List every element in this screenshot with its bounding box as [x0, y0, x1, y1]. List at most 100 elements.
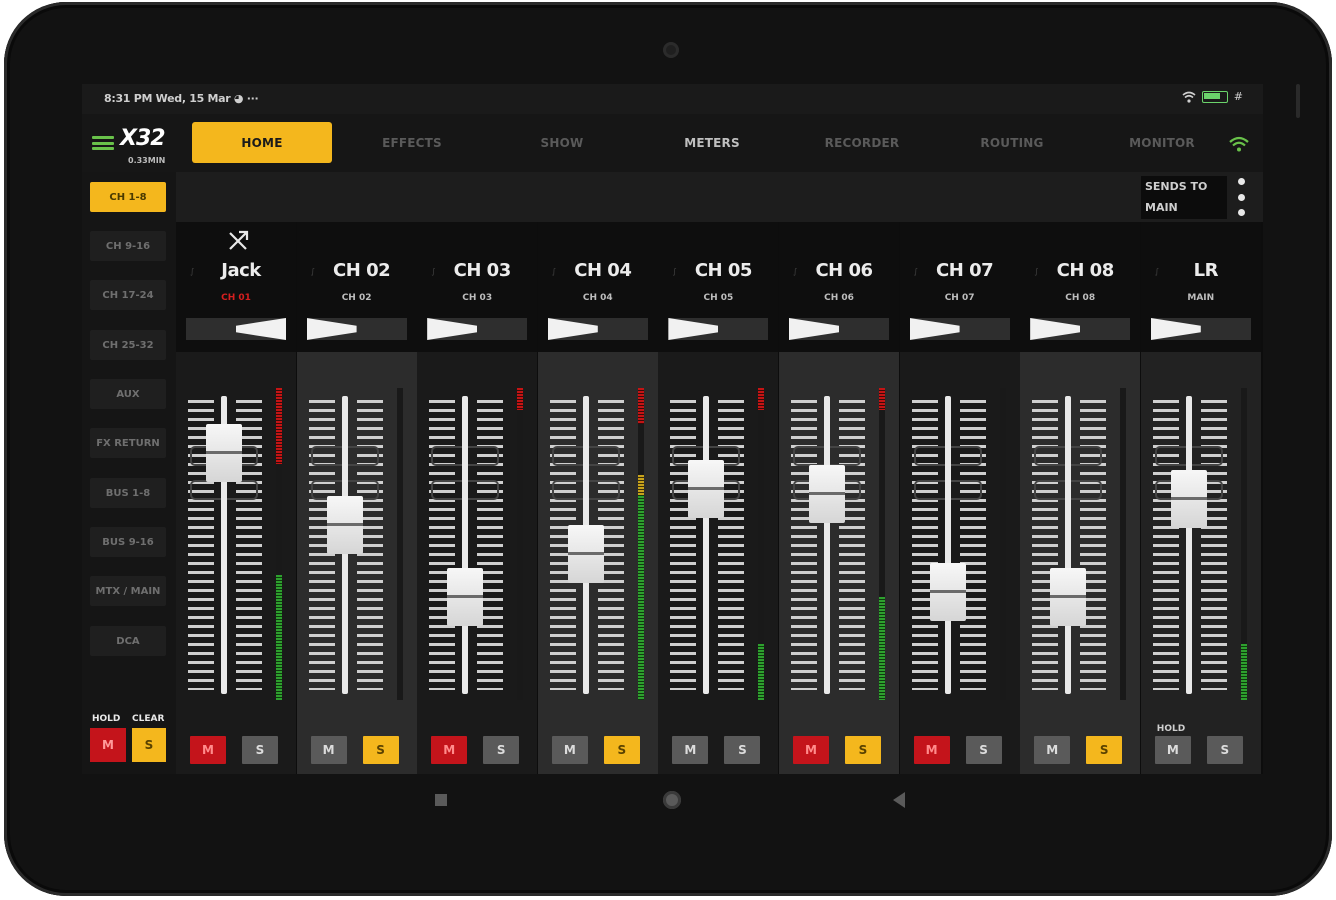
mute-button[interactable]: M [672, 736, 709, 764]
solo-button[interactable]: S [724, 736, 761, 764]
pan-control[interactable] [1030, 318, 1131, 340]
fader-knob[interactable] [1050, 568, 1087, 626]
recent-apps-icon[interactable] [435, 794, 447, 806]
bank-ch-17-24[interactable]: CH 17-24 [90, 280, 166, 310]
tab-routing[interactable]: ROUTING [942, 122, 1082, 163]
fader-knob[interactable] [1170, 469, 1207, 528]
solo-button[interactable]: S [845, 736, 881, 764]
fader-knob[interactable] [809, 464, 845, 523]
mute-button[interactable]: M [310, 736, 347, 764]
pan-control[interactable] [547, 318, 648, 340]
pan-control[interactable] [789, 318, 889, 340]
fader-track[interactable] [703, 396, 710, 694]
home-nav-icon[interactable] [663, 791, 681, 809]
bank-fx-return[interactable]: FX RETURN [90, 428, 166, 458]
clear-solo-button[interactable]: S [132, 728, 166, 762]
fader-knob[interactable] [206, 424, 242, 482]
mute-button[interactable]: M [431, 736, 468, 764]
channel-name[interactable]: CH 04 [558, 260, 648, 281]
bank-ch-25-32[interactable]: CH 25-32 [90, 330, 166, 360]
yx-icon: ∫ [1034, 267, 1039, 276]
fader-track[interactable] [462, 396, 469, 694]
meter-clip [758, 388, 765, 410]
tab-home[interactable]: HOME [192, 122, 332, 163]
bank-bus-9-16[interactable]: BUS 9-16 [90, 527, 166, 557]
channel-name[interactable]: Jack [196, 260, 286, 281]
tab-recorder[interactable]: RECORDER [792, 122, 932, 163]
channel-sub-label: CH 08 [1065, 293, 1096, 303]
connection-wifi-icon[interactable] [1229, 136, 1249, 152]
pan-control[interactable] [427, 318, 528, 340]
bank-dca[interactable]: DCA [90, 626, 166, 656]
more-options-icon[interactable] [1235, 178, 1247, 216]
solo-button[interactable]: S [1086, 736, 1123, 764]
sends-to-selector[interactable]: SENDS TO MAIN [1141, 176, 1227, 219]
solo-button[interactable]: S [1206, 736, 1243, 764]
channel-name[interactable]: CH 05 [678, 260, 768, 281]
channel-header-bar: SENDS TO MAIN [176, 172, 1263, 222]
fader-scale [959, 400, 986, 690]
pan-control[interactable] [1150, 318, 1251, 340]
fader-knob[interactable] [567, 524, 604, 583]
bank-aux[interactable]: AUX [90, 379, 166, 409]
mute-button[interactable]: M [913, 736, 950, 764]
bank-ch-1-8[interactable]: CH 1-8 [90, 182, 166, 212]
menu-icon[interactable] [92, 136, 114, 150]
channel-name[interactable]: CH 02 [317, 260, 407, 281]
tab-monitor[interactable]: MONITOR [1092, 122, 1232, 163]
strip-body: MS [176, 352, 296, 774]
meter-clip [637, 388, 644, 424]
solo-button[interactable]: S [603, 736, 640, 764]
tab-show[interactable]: SHOW [492, 122, 632, 163]
fader-track[interactable] [1065, 396, 1072, 694]
power-button[interactable] [1296, 84, 1300, 118]
pan-control[interactable] [306, 318, 407, 340]
bank-bus-1-8[interactable]: BUS 1-8 [90, 478, 166, 508]
channel-sub-label: CH 06 [824, 293, 854, 303]
fader-scale [718, 400, 745, 690]
battery-icon [1201, 90, 1228, 103]
mute-button[interactable]: M [551, 736, 588, 764]
mute-button[interactable]: M [793, 736, 829, 764]
hold-mute-button[interactable]: M [90, 728, 126, 762]
channel-name[interactable]: CH 03 [437, 260, 527, 281]
fader-knob[interactable] [326, 496, 363, 554]
yx-icon: ∫ [190, 267, 195, 276]
tab-meters[interactable]: METERS [642, 122, 782, 163]
bank-ch-9-16[interactable]: CH 9-16 [90, 231, 166, 261]
level-meter [1240, 388, 1247, 700]
solo-button[interactable]: S [965, 736, 1002, 764]
bank-mtx-main[interactable]: MTX / MAIN [90, 576, 166, 606]
channel-name[interactable]: CH 08 [1040, 260, 1130, 281]
strip-header: ∫ CH 08 CH 08 [1020, 222, 1141, 352]
fader-track[interactable] [824, 396, 830, 694]
fader-knob[interactable] [447, 568, 484, 626]
fader-track[interactable] [944, 396, 951, 694]
logo-subtext: 0.33MIN [128, 156, 166, 165]
fader-scale [1152, 400, 1179, 690]
status-date: Wed, 15 Mar [155, 92, 231, 105]
mute-button[interactable]: M [1034, 736, 1071, 764]
mute-button[interactable]: M [190, 736, 226, 764]
pan-control[interactable] [909, 318, 1010, 340]
mute-button[interactable]: M [1154, 736, 1191, 764]
fader-knob[interactable] [688, 460, 725, 518]
channel-name[interactable]: LR [1161, 260, 1251, 281]
solo-button[interactable]: S [242, 736, 278, 764]
solo-button[interactable]: S [362, 736, 399, 764]
strip-header: ∫ LR MAIN [1140, 222, 1261, 352]
pan-control[interactable] [668, 318, 769, 340]
channel-name[interactable]: CH 06 [799, 260, 889, 281]
back-nav-icon[interactable] [893, 792, 905, 808]
tab-effects[interactable]: EFFECTS [342, 122, 482, 163]
notification-icon: ◕ ··· [233, 92, 259, 105]
fader-knob[interactable] [929, 563, 966, 622]
meter-clip [517, 388, 524, 410]
channel-name[interactable]: CH 07 [920, 260, 1010, 281]
solo-button[interactable]: S [483, 736, 520, 764]
routing-icon[interactable] [226, 229, 250, 253]
level-meter [276, 388, 282, 700]
fader-track[interactable] [1185, 396, 1192, 694]
level-meter [637, 388, 644, 700]
pan-control[interactable] [186, 318, 286, 340]
